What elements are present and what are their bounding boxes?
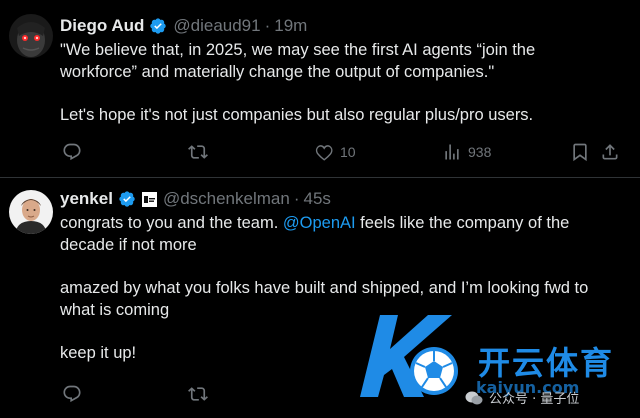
retweet-icon — [188, 387, 208, 401]
watermark-source-text: 公众号 · 量子位 — [489, 392, 580, 407]
timestamp[interactable]: 45s — [304, 189, 331, 209]
avatar[interactable] — [9, 190, 53, 234]
reply-button[interactable] — [62, 140, 82, 164]
tweet-text-line: Let's hope it's not just companies but a… — [60, 106, 534, 124]
separator-dot: · — [293, 189, 300, 208]
tweet-text-line: decade if not more — [60, 236, 197, 254]
retweet-icon — [188, 145, 208, 159]
views-button[interactable]: 938 — [442, 140, 491, 164]
views-count: 938 — [468, 144, 492, 160]
avatar-image — [9, 190, 53, 234]
avatar-image — [9, 14, 53, 58]
tweet-header: yenkel @dschenkelman · 45s — [60, 187, 331, 211]
tweet-text-segment: feels like the company of the — [355, 214, 570, 232]
display-name[interactable]: Diego Aud — [60, 16, 144, 36]
display-name[interactable]: yenkel — [60, 189, 113, 209]
reply-button[interactable] — [62, 382, 82, 406]
watermark-logo-icon — [360, 315, 458, 397]
retweet-button[interactable] — [188, 382, 208, 406]
views-icon — [445, 144, 459, 160]
tweet-text: "We believe that, in 2025, we may see th… — [60, 39, 620, 126]
share-icon — [602, 144, 618, 160]
tweet-text-line: congrats to you and the team. @OpenAI fe… — [60, 212, 620, 234]
avatar[interactable] — [9, 14, 53, 58]
tweet-text-line: what is coming — [60, 301, 170, 319]
handle[interactable]: @dschenkelman — [163, 189, 290, 209]
tweet-diego-aud[interactable]: Diego Aud @dieaud91 · 19m "We believe th… — [0, 0, 640, 178]
affiliation-badge-icon[interactable] — [141, 191, 157, 207]
share-button[interactable] — [600, 140, 620, 164]
tweet-text-line: amazed by what you folks have built and … — [60, 279, 589, 297]
tweet-actions: 10 938 — [60, 140, 618, 164]
tweet-header: Diego Aud @dieaud91 · 19m — [60, 14, 307, 38]
wechat-icon — [465, 391, 483, 404]
watermark-source: 公众号 · 量子位 — [465, 388, 579, 407]
reply-icon — [63, 143, 81, 161]
verified-badge-icon[interactable] — [118, 190, 136, 208]
tweet-text-segment: congrats to you and the team. — [60, 214, 283, 232]
reply-icon — [63, 385, 81, 403]
tweet-text-line: workforce” and materially change the out… — [60, 63, 495, 81]
like-count: 10 — [340, 144, 356, 160]
bookmark-icon — [573, 143, 587, 162]
separator-dot: · — [264, 16, 271, 35]
verified-badge-icon[interactable] — [149, 17, 167, 35]
tweet-text-line: "We believe that, in 2025, we may see th… — [60, 41, 536, 59]
retweet-button[interactable] — [188, 140, 208, 164]
timestamp[interactable]: 19m — [274, 16, 307, 36]
like-button[interactable]: 10 — [314, 140, 356, 164]
handle[interactable]: @dieaud91 — [173, 16, 260, 36]
mention-link[interactable]: @OpenAI — [283, 214, 356, 232]
like-icon — [315, 145, 333, 161]
bookmark-button[interactable] — [570, 140, 590, 164]
